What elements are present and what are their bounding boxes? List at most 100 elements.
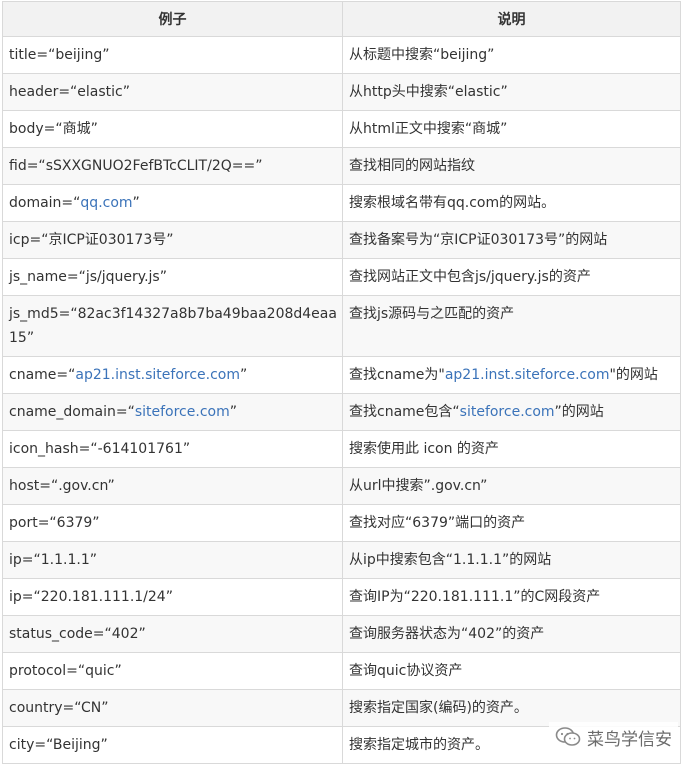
cell-text: icp=“京ICP证030173号” [9, 232, 174, 248]
cell-text: 查找备案号为“京ICP证030173号”的网站 [349, 232, 608, 248]
table-body: title=“beijing” 从标题中搜索“beijing” header=“el… [2, 36, 681, 764]
table-header-row: 例子 说明 [2, 1, 681, 37]
description-cell: 查找对应“6379”端口的资产 [342, 504, 681, 542]
cell-text: domain=“ [9, 195, 81, 211]
table-row: title=“beijing” 从标题中搜索“beijing” [2, 36, 681, 74]
cell-text: ip=“220.181.111.1/24” [9, 589, 173, 605]
cell-text: 查询quic协议资产 [349, 663, 463, 679]
table-row: ip=“1.1.1.1” 从ip中搜索包含“1.1.1.1”的网站 [2, 541, 681, 579]
cell-text: ” [132, 195, 140, 211]
table-row: cname_domain=“siteforce.com” 查找cname包含“si… [2, 393, 681, 431]
description-cell: 查询服务器状态为“402”的资产 [342, 615, 681, 653]
cell-text: icon_hash=“-614101761” [9, 441, 191, 457]
table-row: domain=“qq.com” 搜索根域名带有qq.com的网站。 [2, 184, 681, 222]
description-cell: 查询quic协议资产 [342, 652, 681, 690]
table-row: protocol=“quic” 查询quic协议资产 [2, 652, 681, 690]
example-cell: icp=“京ICP证030173号” [2, 221, 343, 259]
cell-text: ” [229, 404, 237, 420]
example-cell: host=“.gov.cn” [2, 467, 343, 505]
table-row: icp=“京ICP证030173号” 查找备案号为“京ICP证030173号”的网… [2, 221, 681, 259]
table-row: js_name=“js/jquery.js” 查找网站正文中包含js/jquery… [2, 258, 681, 296]
description-cell: 从html正文中搜索“商城” [342, 110, 681, 148]
cell-text: 从url中搜索”.gov.cn” [349, 478, 488, 494]
cell-text: 搜索使用此 icon 的资产 [349, 441, 499, 457]
domain-link[interactable]: siteforce.com [135, 404, 230, 420]
domain-link[interactable]: qq.com [80, 195, 132, 211]
table-row: fid=“sSXXGNUO2FefBTcCLIT/2Q==” 查找相同的网站指纹 [2, 147, 681, 185]
example-cell: status_code=“402” [2, 615, 343, 653]
table-row: js_md5=“82ac3f14327a8b7ba49baa208d4eaa15… [2, 295, 681, 357]
cell-text: 从ip中搜索包含“1.1.1.1”的网站 [349, 552, 552, 568]
cell-text: 查找cname包含“ [349, 404, 460, 420]
example-cell: country=“CN” [2, 689, 343, 727]
example-cell: js_md5=“82ac3f14327a8b7ba49baa208d4eaa15… [2, 295, 343, 357]
column-header-example: 例子 [2, 1, 343, 37]
description-cell: 从http头中搜索“elastic” [342, 73, 681, 111]
example-cell: ip=“220.181.111.1/24” [2, 578, 343, 616]
example-cell: title=“beijing” [2, 36, 343, 74]
column-header-description: 说明 [342, 1, 681, 37]
domain-link[interactable]: siteforce.com [460, 404, 555, 420]
example-cell: cname=“ap21.inst.siteforce.com” [2, 356, 343, 394]
cell-text: protocol=“quic” [9, 663, 122, 679]
description-cell: 查询IP为“220.181.111.1”的C网段资产 [342, 578, 681, 616]
cell-text: 查询服务器状态为“402”的资产 [349, 626, 545, 642]
example-cell: city=“Beijing” [2, 726, 343, 764]
cell-text: js_name=“js/jquery.js” [9, 269, 167, 285]
cell-text: 搜索根域名带有qq.com的网站。 [349, 195, 556, 211]
table-row: host=“.gov.cn” 从url中搜索”.gov.cn” [2, 467, 681, 505]
cell-text: fid=“sSXXGNUO2FefBTcCLIT/2Q==” [9, 158, 263, 174]
cell-text: 从html正文中搜索“商城” [349, 121, 508, 137]
cell-text: 从标题中搜索“beijing” [349, 47, 495, 63]
cell-text: 查找网站正文中包含js/jquery.js的资产 [349, 269, 591, 285]
cell-text: 查找相同的网站指纹 [349, 158, 475, 174]
description-cell: 从ip中搜索包含“1.1.1.1”的网站 [342, 541, 681, 579]
cell-text: title=“beijing” [9, 47, 110, 63]
table-row: body=“商城” 从html正文中搜索“商城” [2, 110, 681, 148]
cell-text: 查找对应“6379”端口的资产 [349, 515, 526, 531]
description-cell: 搜索使用此 icon 的资产 [342, 430, 681, 468]
description-cell: 搜索根域名带有qq.com的网站。 [342, 184, 681, 222]
description-cell: 查找cname为"ap21.inst.siteforce.com"的网站 [342, 356, 681, 394]
table-row: port=“6379” 查找对应“6379”端口的资产 [2, 504, 681, 542]
cell-text: 查找cname为" [349, 367, 445, 383]
table-row: header=“elastic” 从http头中搜索“elastic” [2, 73, 681, 111]
cell-text: ” [240, 367, 248, 383]
example-cell: body=“商城” [2, 110, 343, 148]
cell-text: port=“6379” [9, 515, 100, 531]
cell-text: ”的网站 [554, 404, 604, 420]
cell-text: header=“elastic” [9, 84, 131, 100]
cell-text: ip=“1.1.1.1” [9, 552, 97, 568]
cell-text: cname=“ [9, 367, 76, 383]
cell-text: 查询IP为“220.181.111.1”的C网段资产 [349, 589, 601, 605]
cell-text: 搜索指定国家(编码)的资产。 [349, 700, 528, 716]
cell-text: city=“Beijing” [9, 737, 108, 753]
cell-text: 搜索指定城市的资产。 [349, 737, 489, 753]
syntax-table: 例子 说明 title=“beijing” 从标题中搜索“beijing” head… [2, 1, 681, 764]
cell-text: body=“商城” [9, 121, 98, 137]
domain-link[interactable]: ap21.inst.siteforce.com [75, 367, 240, 383]
example-cell: ip=“1.1.1.1” [2, 541, 343, 579]
page: 例子 说明 title=“beijing” 从标题中搜索“beijing” head… [0, 0, 684, 767]
description-cell: 查找网站正文中包含js/jquery.js的资产 [342, 258, 681, 296]
cell-text: cname_domain=“ [9, 404, 135, 420]
table-row: cname=“ap21.inst.siteforce.com” 查找cname为"… [2, 356, 681, 394]
cell-text: status_code=“402” [9, 626, 146, 642]
example-cell: js_name=“js/jquery.js” [2, 258, 343, 296]
watermark: 菜鸟学信安 [549, 722, 678, 752]
cell-text: country=“CN” [9, 700, 109, 716]
example-cell: header=“elastic” [2, 73, 343, 111]
domain-link[interactable]: ap21.inst.siteforce.com [445, 367, 610, 383]
table-row: icon_hash=“-614101761” 搜索使用此 icon 的资产 [2, 430, 681, 468]
cell-text: host=“.gov.cn” [9, 478, 115, 494]
example-cell: port=“6379” [2, 504, 343, 542]
description-cell: 查找js源码与之匹配的资产 [342, 295, 681, 357]
example-cell: fid=“sSXXGNUO2FefBTcCLIT/2Q==” [2, 147, 343, 185]
cell-text: 从http头中搜索“elastic” [349, 84, 508, 100]
cell-text: "的网站 [609, 367, 658, 383]
watermark-text: 菜鸟学信安 [587, 729, 672, 750]
example-cell: cname_domain=“siteforce.com” [2, 393, 343, 431]
cell-text: js_md5=“82ac3f14327a8b7ba49baa208d4eaa15… [9, 306, 337, 346]
cell-text: 查找js源码与之匹配的资产 [349, 306, 515, 322]
description-cell: 从url中搜索”.gov.cn” [342, 467, 681, 505]
